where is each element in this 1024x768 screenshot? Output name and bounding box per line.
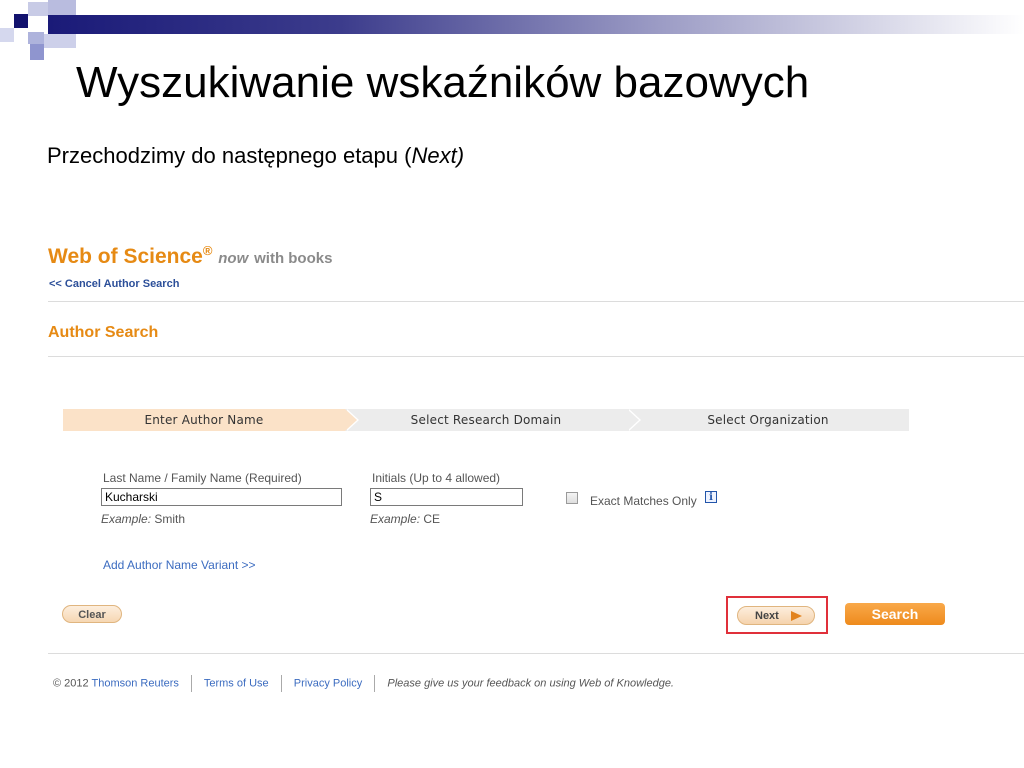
slide-title: Wyszukiwanie wskaźników bazowych xyxy=(76,58,810,107)
example-label: Example: xyxy=(370,512,421,526)
decor-square xyxy=(48,0,76,15)
wos-brand: Web of Science xyxy=(48,245,203,268)
cancel-author-search-link[interactable]: << Cancel Author Search xyxy=(49,278,179,290)
initials-input[interactable] xyxy=(370,488,523,506)
wos-with-books: with books xyxy=(254,250,333,267)
example-label: Example: xyxy=(101,512,152,526)
next-button[interactable]: Next xyxy=(737,606,815,625)
decor-square xyxy=(0,28,14,42)
example-value: Smith xyxy=(154,512,186,526)
last-name-example: Example: Smith xyxy=(101,512,185,526)
example-value: CE xyxy=(423,512,441,526)
last-name-label: Last Name / Family Name (Required) xyxy=(103,471,302,485)
step-enter-author-name: Enter Author Name xyxy=(63,409,345,431)
info-icon[interactable]: i xyxy=(705,491,717,503)
wos-now: now xyxy=(218,250,249,267)
slide-header-bar xyxy=(48,15,1024,34)
decor-square xyxy=(30,44,44,60)
initials-label: Initials (Up to 4 allowed) xyxy=(372,471,501,485)
wos-logo[interactable]: Web of Science® now with books xyxy=(48,243,333,269)
feedback-text-end: on using Web of Knowledge. xyxy=(534,677,674,690)
footer-separator xyxy=(374,675,376,692)
next-button-label: Next xyxy=(755,610,779,622)
step-arrow xyxy=(627,409,639,431)
divider xyxy=(48,301,1024,302)
terms-of-use-link[interactable]: Terms of Use xyxy=(204,677,269,689)
last-name-input[interactable] xyxy=(101,488,342,506)
footer-separator xyxy=(191,675,192,692)
divider xyxy=(48,356,1024,357)
slide-subtitle: Przechodzimy do następnego etapu (Next) xyxy=(47,143,464,169)
decor-square xyxy=(14,14,28,28)
clear-button[interactable]: Clear xyxy=(62,605,122,623)
decor-square xyxy=(28,32,44,44)
copyright-text: © 2012 xyxy=(53,677,89,690)
feedback-text: Please give us your xyxy=(387,677,484,690)
step-select-organization: Select Organization xyxy=(627,409,909,431)
step-select-research-domain: Select Research Domain xyxy=(345,409,627,431)
exact-matches-checkbox[interactable] xyxy=(566,492,578,504)
step-arrow xyxy=(345,409,357,431)
wos-reg-mark: ® xyxy=(202,243,213,258)
divider xyxy=(48,653,1024,654)
search-button[interactable]: Search xyxy=(845,603,945,625)
subtitle-text: Przechodzimy do następnego etapu ( xyxy=(47,143,412,168)
section-title: Author Search xyxy=(48,324,159,341)
footer-separator xyxy=(280,675,282,692)
decor-square xyxy=(44,34,76,48)
steps-progress-bar: Enter Author Name Select Research Domain… xyxy=(63,409,909,431)
feedback-link-text: feedback xyxy=(486,677,532,690)
subtitle-next-italic: Next) xyxy=(411,143,465,168)
footer: © 2012 Thomson Reuters Terms of Use Priv… xyxy=(53,675,674,692)
add-author-name-variant-link[interactable]: Add Author Name Variant >> xyxy=(103,558,256,572)
exact-matches-label: Exact Matches Only xyxy=(590,494,697,508)
play-arrow-icon xyxy=(791,611,802,621)
decor-square xyxy=(28,2,48,16)
initials-example: Example: CE xyxy=(370,512,440,526)
feedback-link[interactable]: feedback xyxy=(486,677,531,689)
thomson-reuters-link[interactable]: Thomson Reuters xyxy=(92,677,179,689)
privacy-policy-link[interactable]: Privacy Policy xyxy=(294,677,362,689)
